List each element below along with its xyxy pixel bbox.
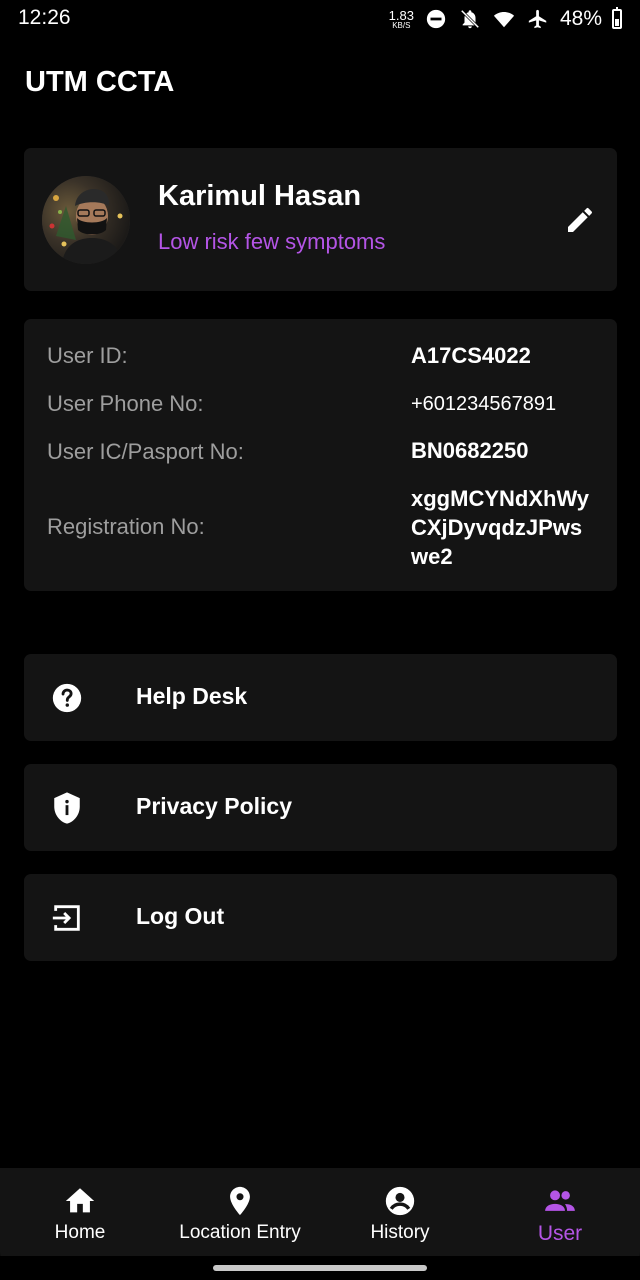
gesture-handle[interactable] — [213, 1265, 427, 1271]
registration-label: Registration No: — [47, 514, 205, 539]
ic-label: User IC/Pasport No: — [47, 439, 244, 464]
risk-status: Low risk few symptoms — [158, 229, 386, 254]
help-desk-button[interactable]: Help Desk — [24, 654, 617, 741]
user-id-value: A17CS4022 — [411, 343, 531, 368]
phone-label: User Phone No: — [47, 391, 204, 416]
nav-location-entry-label: Location Entry — [179, 1222, 301, 1243]
battery-percent: 48% — [559, 7, 602, 30]
pencil-icon — [568, 207, 593, 232]
network-speed-value: 1.83 — [388, 7, 414, 23]
battery-icon — [612, 7, 622, 29]
airplane-mode-icon — [526, 7, 550, 31]
registration-value: xggMCYNdXhWy CXjDyvqdzJPws we2 — [411, 484, 606, 571]
log-out-label: Log Out — [136, 903, 225, 929]
help-desk-label: Help Desk — [136, 683, 248, 709]
user-name: Karimul Hasan — [158, 180, 362, 212]
log-out-button[interactable]: Log Out — [24, 874, 617, 961]
network-speed-unit: KB/S — [392, 20, 411, 30]
network-speed: 1.83 KB/S — [389, 9, 414, 30]
nav-history-label: History — [370, 1222, 430, 1243]
edit-profile-button[interactable] — [562, 202, 598, 238]
nav-user[interactable]: User — [480, 1168, 640, 1256]
registration-value-line-1: xggMCYNdXhWy — [411, 486, 590, 511]
privacy-policy-label: Privacy Policy — [136, 793, 292, 819]
ic-value: BN0682250 — [411, 438, 529, 463]
avatar[interactable] — [42, 176, 130, 264]
privacy-policy-button[interactable]: Privacy Policy — [24, 764, 617, 851]
help-circle-icon — [50, 681, 84, 715]
nav-user-label: User — [537, 1222, 583, 1245]
home-icon — [63, 1184, 97, 1218]
phone-value: +601234567891 — [411, 393, 557, 415]
status-icons: 1.83 KB/S 48% — [389, 5, 622, 33]
nav-history[interactable]: History — [320, 1168, 480, 1256]
status-bar: 12:26 1.83 KB/S 48% — [0, 0, 640, 38]
shield-info-icon — [50, 791, 84, 825]
status-time: 12:26 — [18, 6, 71, 29]
people-icon — [543, 1184, 577, 1218]
nav-location-entry[interactable]: Location Entry — [160, 1168, 320, 1256]
profile-card: Karimul Hasan Low risk few symptoms — [24, 148, 617, 291]
user-id-label: User ID: — [47, 343, 128, 368]
nav-home[interactable]: Home — [0, 1168, 160, 1256]
app-title: UTM CCTA — [25, 66, 175, 98]
registration-value-line-2: CXjDyvqdzJPws — [411, 515, 583, 540]
phone-screen: 12:26 1.83 KB/S 48% UTM CCTA Karimul Has… — [0, 0, 640, 1280]
account-circle-icon — [383, 1184, 417, 1218]
nav-home-label: Home — [54, 1222, 106, 1243]
exit-icon — [50, 901, 84, 935]
notifications-off-icon — [458, 7, 482, 31]
location-pin-icon — [223, 1184, 257, 1218]
do-not-disturb-icon — [424, 7, 448, 31]
bottom-navigation: Home Location Entry History User — [0, 1168, 640, 1256]
registration-value-line-3: we2 — [411, 544, 453, 569]
user-info-card: User ID: A17CS4022 User Phone No: +60123… — [24, 319, 617, 591]
wifi-icon — [492, 7, 516, 31]
